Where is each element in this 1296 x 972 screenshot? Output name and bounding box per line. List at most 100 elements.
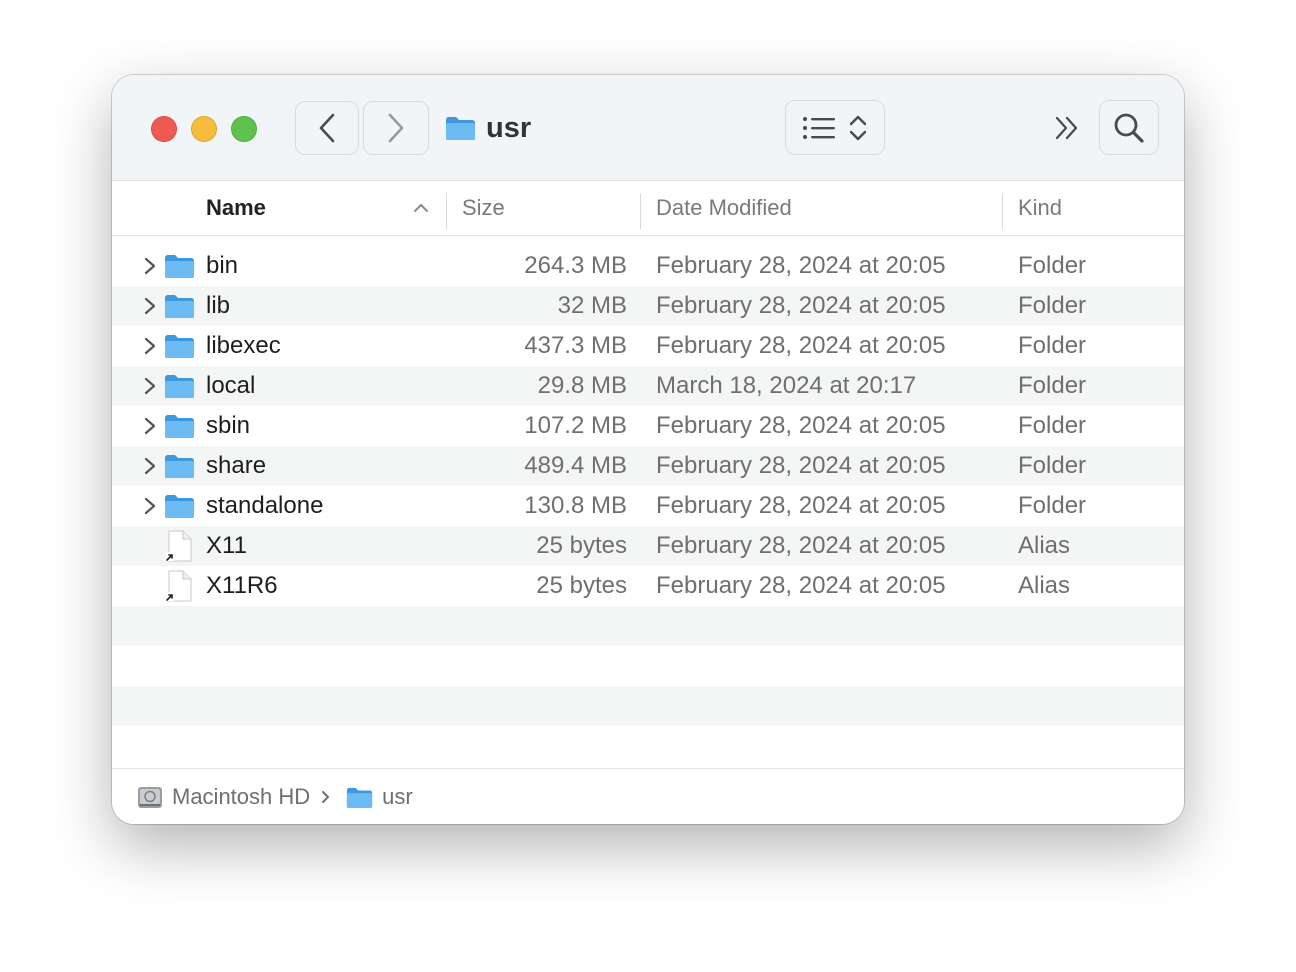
back-button[interactable] <box>295 101 359 155</box>
folder-icon <box>164 486 196 526</box>
file-kind: Alias <box>1018 532 1071 559</box>
column-header-name[interactable]: Name <box>206 181 266 235</box>
file-kind: Folder <box>1018 292 1087 319</box>
zoom-window-button[interactable] <box>231 116 257 142</box>
file-name: X11 <box>206 532 247 559</box>
disclosure-chevron-icon[interactable] <box>140 326 160 366</box>
file-date-modified: February 28, 2024 at 20:05 <box>656 292 946 319</box>
window-title-text: usr <box>486 111 532 144</box>
table-row[interactable]: bin 264.3 MB February 28, 2024 at 20:05 … <box>112 246 1184 286</box>
double-chevron-right-icon <box>1055 116 1078 140</box>
column-header-size[interactable]: Size <box>462 181 505 235</box>
minimize-window-button[interactable] <box>191 116 217 142</box>
folder-icon <box>347 787 373 808</box>
disclosure-chevron-icon[interactable] <box>140 446 160 486</box>
file-date-modified: February 28, 2024 at 20:05 <box>656 492 946 519</box>
column-header-date-modified[interactable]: Date Modified <box>656 181 792 235</box>
file-size: 130.8 MB <box>524 492 627 519</box>
folder-icon <box>446 117 475 140</box>
chevron-right-icon <box>388 113 404 143</box>
table-row[interactable]: local 29.8 MB March 18, 2024 at 20:17 Fo… <box>112 366 1184 406</box>
path-item-label: Macintosh HD <box>172 784 311 809</box>
file-kind: Folder <box>1018 412 1087 439</box>
hard-drive-icon <box>138 787 162 808</box>
file-date-modified: February 28, 2024 at 20:05 <box>656 252 946 279</box>
column-header-kind[interactable]: Kind <box>1018 181 1062 235</box>
empty-row <box>112 606 1184 646</box>
table-row[interactable]: standalone 130.8 MB February 28, 2024 at… <box>112 486 1184 526</box>
table-row[interactable]: lib 32 MB February 28, 2024 at 20:05 Fol… <box>112 286 1184 326</box>
file-kind: Folder <box>1018 492 1087 519</box>
sort-ascending-icon[interactable] <box>412 199 430 217</box>
path-item-macintosh-hd[interactable]: Macintosh HD <box>137 784 310 810</box>
path-bar: Macintosh HD usr <box>112 768 1184 824</box>
file-size: 489.4 MB <box>524 452 627 479</box>
table-row[interactable]: X11R6 25 bytes February 28, 2024 at 20:0… <box>112 566 1184 606</box>
file-date-modified: February 28, 2024 at 20:05 <box>656 412 946 439</box>
file-date-modified: March 18, 2024 at 20:17 <box>656 372 917 399</box>
file-name: standalone <box>206 492 324 519</box>
file-date-modified: February 28, 2024 at 20:05 <box>656 332 946 359</box>
disclosure-chevron-icon[interactable] <box>140 366 160 406</box>
file-name: libexec <box>206 332 281 359</box>
file-date-modified: February 28, 2024 at 20:05 <box>656 532 946 559</box>
file-name: sbin <box>206 412 251 439</box>
file-name: share <box>206 452 267 479</box>
chevron-right-icon <box>322 791 330 803</box>
empty-row <box>112 646 1184 686</box>
forward-button[interactable] <box>363 101 429 155</box>
folder-icon <box>164 406 196 446</box>
column-header: Name Size Date Modified Kind <box>112 181 1184 236</box>
file-size: 25 bytes <box>536 572 627 599</box>
folder-icon <box>164 446 196 486</box>
path-item-usr[interactable]: usr <box>346 784 413 810</box>
view-options-button[interactable] <box>785 100 885 155</box>
column-divider[interactable] <box>446 193 447 229</box>
file-size: 437.3 MB <box>524 332 627 359</box>
finder-window: usr Name Size Date Modified Kind bin 264… <box>112 75 1184 824</box>
file-kind: Alias <box>1018 572 1071 599</box>
folder-icon <box>164 286 196 326</box>
file-name: bin <box>206 252 239 279</box>
file-size: 29.8 MB <box>537 372 627 399</box>
list-view-icon <box>803 116 835 139</box>
table-row[interactable]: share 489.4 MB February 28, 2024 at 20:0… <box>112 446 1184 486</box>
file-date-modified: February 28, 2024 at 20:05 <box>656 572 946 599</box>
file-name: lib <box>206 292 231 319</box>
file-size: 32 MB <box>557 292 627 319</box>
file-name: X11R6 <box>206 572 278 599</box>
file-kind: Folder <box>1018 332 1087 359</box>
column-divider[interactable] <box>1002 193 1003 229</box>
folder-icon <box>164 326 196 366</box>
file-kind: Folder <box>1018 452 1087 479</box>
alias-file-icon <box>164 566 196 606</box>
search-icon <box>1114 113 1144 143</box>
folder-icon <box>164 246 196 286</box>
table-row[interactable]: libexec 437.3 MB February 28, 2024 at 20… <box>112 326 1184 366</box>
file-kind: Folder <box>1018 252 1087 279</box>
column-divider[interactable] <box>640 193 641 229</box>
window-title: usr <box>445 106 531 150</box>
disclosure-chevron-icon[interactable] <box>140 286 160 326</box>
toolbar: usr <box>112 75 1184 181</box>
file-list: bin 264.3 MB February 28, 2024 at 20:05 … <box>112 246 1184 726</box>
folder-icon <box>164 366 196 406</box>
chevron-left-icon <box>319 113 335 143</box>
close-window-button[interactable] <box>151 116 177 142</box>
file-kind: Folder <box>1018 372 1087 399</box>
disclosure-chevron-icon[interactable] <box>140 486 160 526</box>
table-row[interactable]: X11 25 bytes February 28, 2024 at 20:05 … <box>112 526 1184 566</box>
disclosure-chevron-icon[interactable] <box>140 246 160 286</box>
path-item-label: usr <box>382 784 413 809</box>
file-size: 25 bytes <box>536 532 627 559</box>
up-down-chevron-icon <box>849 115 867 140</box>
file-date-modified: February 28, 2024 at 20:05 <box>656 452 946 479</box>
disclosure-chevron-icon[interactable] <box>140 406 160 446</box>
alias-file-icon <box>164 526 196 566</box>
search-button[interactable] <box>1099 100 1159 155</box>
file-size: 264.3 MB <box>524 252 627 279</box>
file-size: 107.2 MB <box>524 412 627 439</box>
toolbar-overflow-button[interactable] <box>1050 111 1084 145</box>
empty-row <box>112 686 1184 726</box>
table-row[interactable]: sbin 107.2 MB February 28, 2024 at 20:05… <box>112 406 1184 446</box>
